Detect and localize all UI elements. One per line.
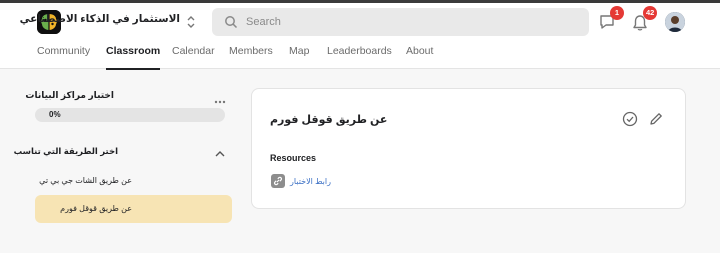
search-icon xyxy=(224,15,238,34)
chat-badge: 1 xyxy=(610,6,624,20)
header: الاستثمار في الذكاء الاصطناعي 1 42 xyxy=(0,3,720,70)
tab-community[interactable]: Community xyxy=(37,44,90,69)
progress-label: 0% xyxy=(49,110,61,119)
group-name[interactable]: الاستثمار في الذكاء الاصطناعي xyxy=(20,13,180,29)
lesson-label: عن طريق قوقل فورم xyxy=(60,204,132,213)
notifications-badge: 42 xyxy=(643,6,658,20)
section-title[interactable]: اختر الطريقة التي تناسب xyxy=(0,146,118,160)
tab-about[interactable]: About xyxy=(406,44,433,69)
pencil-icon[interactable] xyxy=(648,111,664,132)
tab-map[interactable]: Map xyxy=(289,44,309,69)
nav-tabs: Community Classroom Calendar Members Map… xyxy=(0,44,720,70)
lesson-label: عن طريق الشات جي بي تي xyxy=(39,176,132,185)
chevron-updown-icon[interactable] xyxy=(185,12,197,32)
search-input[interactable] xyxy=(246,12,566,32)
user-avatar[interactable] xyxy=(665,12,685,32)
lesson-item-chatgpt[interactable]: عن طريق الشات جي بي تي xyxy=(35,167,232,195)
lesson-content-card: عن طريق قوقل فورم Resources رابط الاختبا… xyxy=(251,88,686,209)
resources-label: Resources xyxy=(270,153,317,163)
tab-members[interactable]: Members xyxy=(229,44,273,69)
chevron-up-icon[interactable] xyxy=(214,146,226,164)
lesson-title: عن طريق قوقل فورم xyxy=(270,114,388,126)
course-title: اختبار مراكز البيانات xyxy=(25,90,114,100)
search-bar[interactable] xyxy=(212,8,589,36)
tab-classroom[interactable]: Classroom xyxy=(106,44,161,70)
link-icon xyxy=(271,174,285,188)
lesson-item-google-form[interactable]: عن طريق قوقل فورم xyxy=(35,195,232,223)
course-progress-bar: 0% xyxy=(35,108,225,122)
check-circle-icon[interactable] xyxy=(622,111,638,132)
tab-leaderboards[interactable]: Leaderboards xyxy=(327,44,392,69)
resource-link[interactable]: رابط الاختبار xyxy=(290,177,331,186)
tab-calendar[interactable]: Calendar xyxy=(172,44,215,69)
